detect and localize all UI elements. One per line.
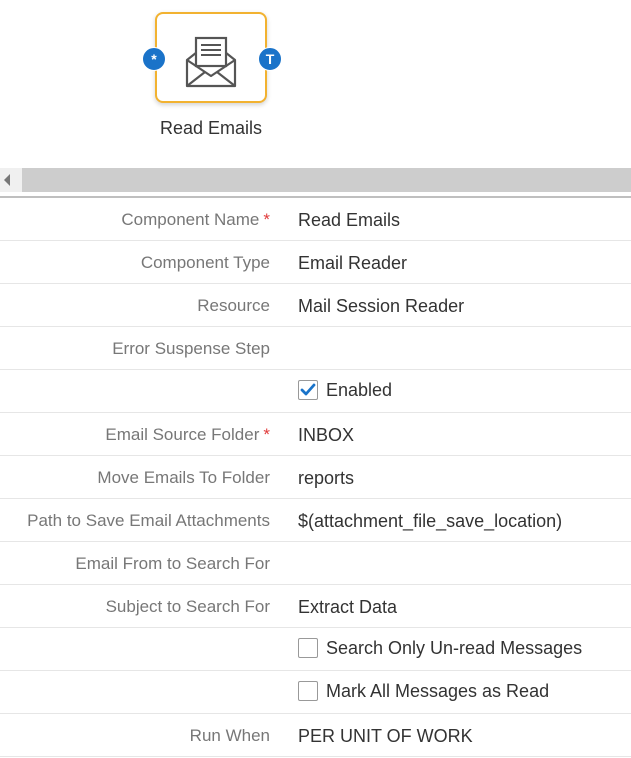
prop-row-enabled: Enabled bbox=[0, 370, 631, 413]
prop-row-unread-only: Search Only Un-read Messages bbox=[0, 628, 631, 671]
prop-row-attachments-path: Path to Save Email Attachments $(attachm… bbox=[0, 499, 631, 542]
mark-read-checkbox[interactable] bbox=[298, 681, 318, 701]
prop-row-email-source-folder: Email Source Folder * INBOX bbox=[0, 413, 631, 456]
prop-label: Run When bbox=[189, 726, 270, 745]
workflow-canvas: * T Read Emails bbox=[0, 0, 631, 168]
prop-row-subject: Subject to Search For Extract Data bbox=[0, 585, 631, 628]
prop-row-mark-read: Mark All Messages as Read bbox=[0, 671, 631, 714]
prop-row-resource: Resource Mail Session Reader bbox=[0, 284, 631, 327]
component-name-value[interactable]: Read Emails bbox=[298, 198, 400, 240]
run-when-value[interactable]: PER UNIT OF WORK bbox=[298, 714, 473, 756]
read-emails-node[interactable] bbox=[155, 12, 267, 103]
horizontal-scrollbar[interactable] bbox=[0, 168, 631, 192]
prop-row-error-suspense-step: Error Suspense Step bbox=[0, 327, 631, 370]
prop-label: Move Emails To Folder bbox=[97, 468, 270, 487]
prop-label: Email From to Search For bbox=[75, 554, 270, 573]
prop-label: Subject to Search For bbox=[105, 597, 270, 616]
email-source-folder-value[interactable]: INBOX bbox=[298, 413, 354, 455]
prop-label: Email Source Folder * bbox=[105, 425, 270, 444]
mark-read-label[interactable]: Mark All Messages as Read bbox=[326, 671, 549, 713]
properties-panel: Component Name * Read Emails Component Ty… bbox=[0, 198, 631, 757]
move-emails-to-folder-value[interactable]: reports bbox=[298, 456, 354, 498]
subject-value[interactable]: Extract Data bbox=[298, 585, 397, 627]
prop-row-component-type: Component Type Email Reader bbox=[0, 241, 631, 284]
checkmark-icon bbox=[300, 383, 316, 396]
scroll-left-icon[interactable] bbox=[4, 174, 10, 186]
enabled-label[interactable]: Enabled bbox=[326, 370, 392, 412]
scrollbar-thumb[interactable] bbox=[22, 168, 631, 192]
prop-label: Component Type bbox=[140, 253, 270, 272]
enabled-checkbox[interactable] bbox=[298, 380, 318, 400]
attachments-path-value[interactable]: $(attachment_file_save_location) bbox=[298, 499, 562, 541]
resource-value[interactable]: Mail Session Reader bbox=[298, 284, 464, 326]
required-marker: * bbox=[263, 425, 270, 444]
required-marker: * bbox=[263, 210, 270, 229]
component-type-value[interactable]: Email Reader bbox=[298, 241, 407, 283]
node-label: Read Emails bbox=[159, 118, 263, 138]
envelope-open-icon bbox=[185, 36, 237, 88]
prop-label: Resource bbox=[197, 296, 270, 315]
output-port[interactable]: T bbox=[258, 47, 282, 71]
prop-label: Error Suspense Step bbox=[112, 339, 270, 358]
prop-row-component-name: Component Name * Read Emails bbox=[0, 198, 631, 241]
prop-row-email-from: Email From to Search For bbox=[0, 542, 631, 585]
unread-only-checkbox[interactable] bbox=[298, 638, 318, 658]
input-port[interactable]: * bbox=[142, 47, 166, 71]
prop-row-move-emails-to-folder: Move Emails To Folder reports bbox=[0, 456, 631, 499]
prop-label: Component Name * bbox=[121, 210, 270, 229]
unread-only-label[interactable]: Search Only Un-read Messages bbox=[326, 628, 582, 670]
prop-label: Path to Save Email Attachments bbox=[27, 511, 270, 530]
